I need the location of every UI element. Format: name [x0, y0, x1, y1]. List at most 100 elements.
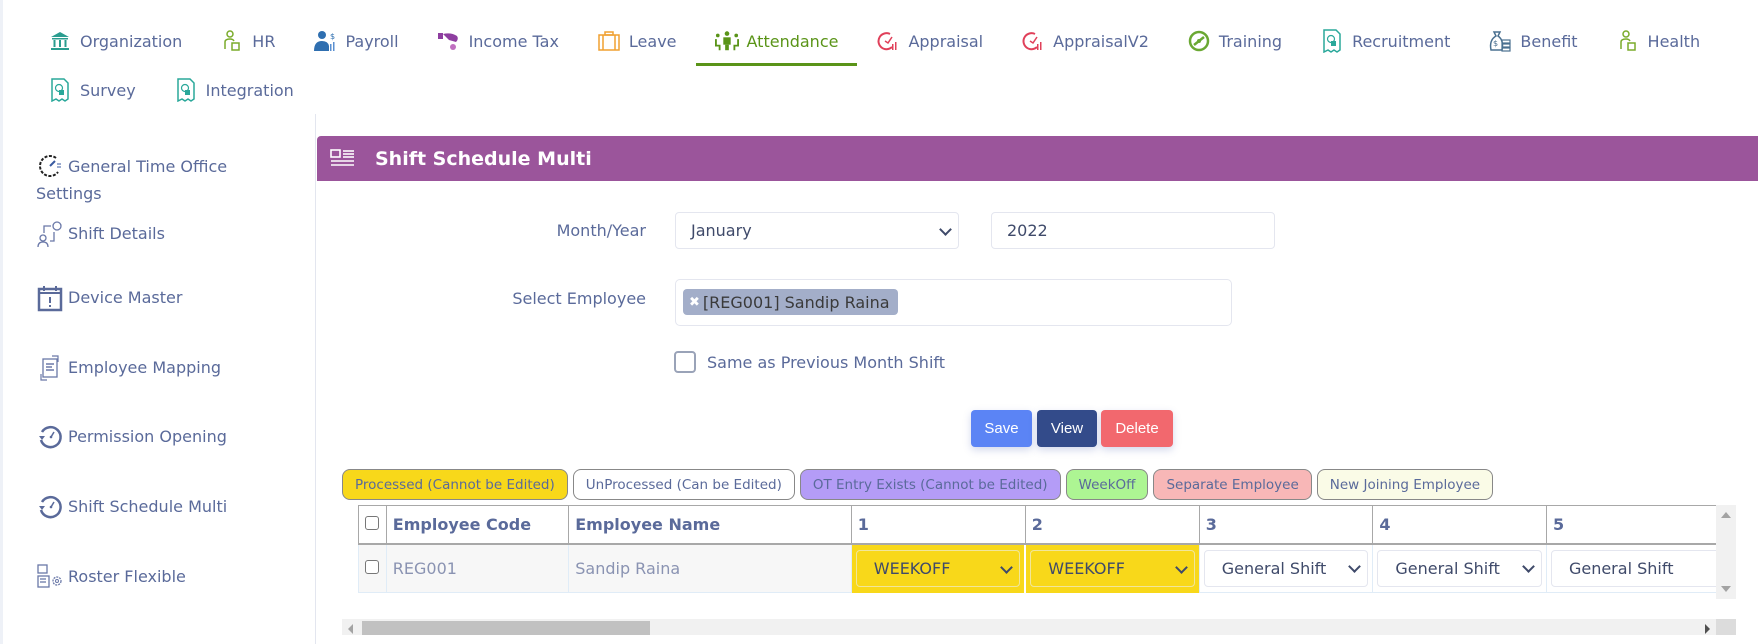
scroll-right-arrow-icon[interactable]	[1705, 624, 1710, 634]
day-1-shift-select[interactable]: WEEKOFF	[855, 550, 1021, 587]
legend-separate-employee: Separate Employee	[1153, 469, 1312, 500]
nav-appraisal[interactable]: Appraisal	[873, 22, 986, 60]
column-header[interactable]: 3	[1198, 505, 1374, 545]
shift-value: WEEKOFF	[1048, 559, 1125, 578]
sidebar-item-shift-schedule-multi[interactable]: Shift Schedule Multi	[36, 493, 296, 521]
nav-label: Training	[1218, 31, 1283, 51]
column-header[interactable]: Employee Name	[568, 505, 852, 545]
nav-recruitment[interactable]: Recruitment	[1317, 22, 1453, 60]
view-button[interactable]: View	[1037, 410, 1097, 447]
nav-label: Organization	[80, 31, 183, 51]
nav-hr[interactable]: HR	[217, 22, 278, 60]
save-button[interactable]: Save	[971, 410, 1032, 447]
nav-label: Appraisal	[908, 31, 984, 51]
nav-organization[interactable]: Organization	[45, 22, 185, 60]
sidebar-item-roster-flexible[interactable]: Roster Flexible	[36, 563, 296, 591]
shift-grid-container: Employee Code Employee Name 1 2 3 4 5 RE…	[342, 505, 1736, 635]
day-5-shift-select[interactable]: General Shift	[1550, 549, 1731, 587]
table-header-row: Employee Code Employee Name 1 2 3 4 5	[358, 505, 1736, 545]
legend-unprocessed: UnProcessed (Can be Edited)	[572, 469, 795, 500]
shift-value: WEEKOFF	[873, 559, 951, 578]
month-select-value: January	[691, 221, 752, 240]
gear-clock-icon	[36, 152, 64, 180]
sidebar-item-device-master[interactable]: Device Master	[36, 284, 296, 312]
chevron-down-icon	[939, 222, 952, 236]
document-person-icon	[1320, 29, 1344, 53]
page-title: Shift Schedule Multi	[375, 147, 592, 170]
chevron-down-icon	[1522, 560, 1535, 574]
legend-ot-entry-exists: OT Entry Exists (Cannot be Edited)	[799, 469, 1061, 500]
legend-processed: Processed (Cannot be Edited)	[342, 469, 568, 500]
horizontal-scroll-thumb[interactable]	[362, 621, 650, 635]
day-5-cell: General Shift	[1545, 543, 1736, 593]
nav-benefit[interactable]: $ Benefit	[1485, 22, 1580, 60]
sidebar-item-label: Settings	[36, 184, 102, 203]
same-as-previous-month-checkbox[interactable]	[674, 351, 696, 373]
panel-header: Shift Schedule Multi	[317, 136, 1758, 181]
chevron-down-icon	[1000, 560, 1014, 574]
document-map-icon	[36, 354, 64, 382]
svg-text:$: $	[330, 32, 335, 41]
sidebar-item-permission-opening[interactable]: Permission Opening	[36, 423, 296, 451]
calendar-alert-icon	[36, 284, 64, 312]
selected-employee-tag[interactable]: ✖ [REG001] Sandip Raina	[683, 289, 898, 315]
day-2-shift-select[interactable]: WEEKOFF	[1030, 550, 1195, 587]
nav-label: AppraisalV2	[1053, 31, 1149, 51]
document-person-icon	[48, 78, 72, 102]
column-header[interactable]: Employee Code	[385, 505, 570, 545]
bank-icon	[48, 29, 72, 53]
sidebar-item-shift-details[interactable]: Shift Details	[36, 220, 296, 248]
person-badge-icon	[1616, 29, 1640, 53]
clock-history-icon	[36, 423, 64, 451]
nav-label: Recruitment	[1352, 31, 1451, 51]
nav-integration[interactable]: Integration	[171, 71, 297, 109]
nav-health[interactable]: Health	[1613, 22, 1704, 60]
day-4-cell: General Shift	[1372, 543, 1547, 593]
year-input[interactable]: 2022	[991, 212, 1275, 249]
scroll-down-arrow-icon[interactable]	[1721, 586, 1731, 592]
column-header[interactable]: 5	[1545, 505, 1736, 545]
day-3-shift-select[interactable]: General Shift	[1203, 549, 1369, 587]
select-all-cell	[358, 505, 387, 545]
horizontal-scrollbar[interactable]	[342, 619, 1716, 635]
nav-appraisalv2[interactable]: AppraisalV2	[1018, 22, 1152, 60]
training-clock-icon	[1187, 29, 1211, 53]
roster-gear-icon	[36, 563, 64, 591]
nav-training[interactable]: Training	[1184, 22, 1285, 60]
nav-payroll[interactable]: $ Payroll	[310, 22, 401, 60]
row-checkbox[interactable]	[365, 559, 379, 574]
nav-label: Integration	[205, 80, 294, 100]
meeting-icon	[714, 29, 739, 53]
remove-tag-icon[interactable]: ✖	[689, 295, 700, 310]
scroll-left-arrow-icon[interactable]	[348, 624, 353, 634]
column-header[interactable]: 1	[850, 505, 1026, 545]
employee-multiselect[interactable]: ✖ [REG001] Sandip Raina	[675, 279, 1232, 326]
sidebar-item-label: Device Master	[68, 288, 183, 307]
nav-label: Benefit	[1520, 31, 1578, 51]
same-as-previous-month-label: Same as Previous Month Shift	[707, 353, 946, 372]
sidebar-item-label: Shift Details	[68, 224, 165, 243]
sidebar-item-employee-mapping[interactable]: Employee Mapping	[36, 354, 296, 382]
sidebar: General Time Office Settings Shift Detai…	[0, 114, 316, 644]
vertical-scrollbar[interactable]	[1716, 505, 1736, 599]
nav-income-tax[interactable]: Income Tax	[434, 22, 562, 60]
nav-leave[interactable]: Leave	[594, 22, 680, 60]
delete-button[interactable]: Delete	[1101, 410, 1173, 447]
select-all-checkbox[interactable]	[365, 515, 379, 530]
nav-survey[interactable]: Survey	[45, 71, 139, 109]
row-select-cell	[358, 543, 387, 593]
clock-history-icon	[36, 493, 64, 521]
nav-attendance[interactable]: Attendance	[695, 22, 858, 66]
document-person-icon	[174, 78, 198, 102]
top-nav-row-1: Organization HR $ Payroll Income Tax Lea…	[45, 22, 1735, 66]
month-select[interactable]: January	[675, 212, 959, 249]
table-row: REG001 Sandip Raina WEEKOFF WEEKOFF Gene…	[358, 543, 1736, 593]
payroll-person-icon: $	[313, 29, 337, 53]
employee-code-cell: REG001	[385, 543, 570, 593]
sidebar-item-general-time-office-settings[interactable]: General Time Office Settings	[36, 152, 296, 207]
nav-label: HR	[252, 31, 276, 51]
column-header[interactable]: 4	[1372, 505, 1547, 545]
day-4-shift-select[interactable]: General Shift	[1377, 549, 1542, 587]
scroll-up-arrow-icon[interactable]	[1721, 512, 1731, 518]
column-header[interactable]: 2	[1024, 505, 1200, 545]
